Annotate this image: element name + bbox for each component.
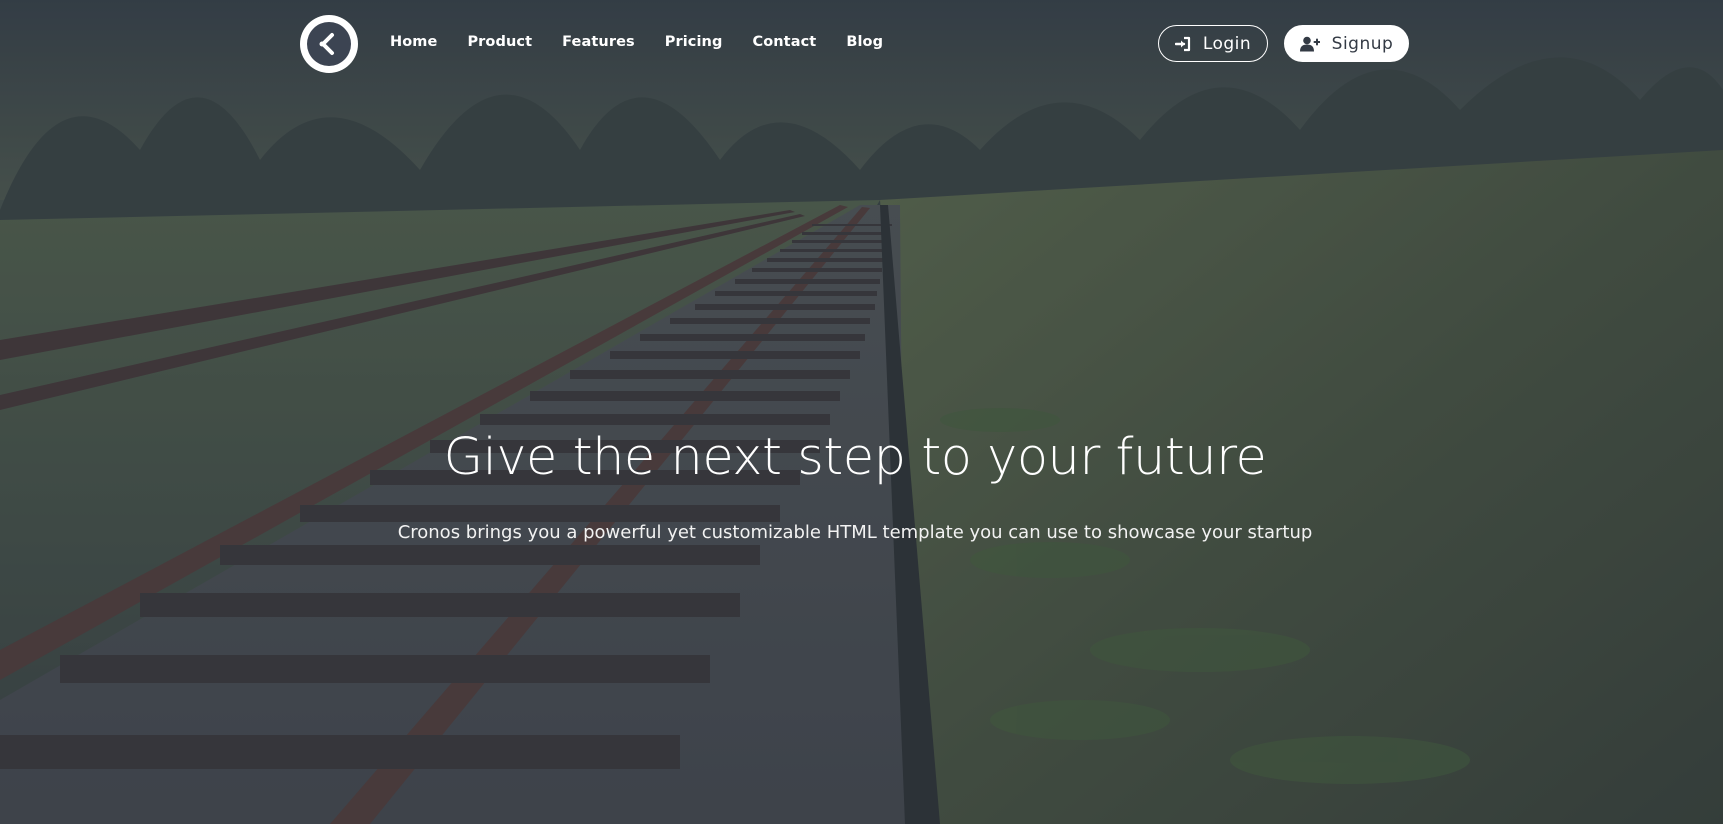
nav-link-contact[interactable]: Contact <box>752 34 816 50</box>
logo[interactable] <box>300 15 358 73</box>
nav-link-features[interactable]: Features <box>562 34 635 50</box>
nav-link-product[interactable]: Product <box>467 34 532 50</box>
hero-title: Give the next step to your future <box>443 428 1267 487</box>
login-label: Login <box>1202 33 1252 54</box>
signup-label: Signup <box>1331 33 1394 54</box>
chevron-left-icon <box>307 22 351 66</box>
navbar: Home Product Features Pricing Contact Bl… <box>0 0 1723 88</box>
login-button[interactable]: Login <box>1158 25 1268 62</box>
hero-section: Home Product Features Pricing Contact Bl… <box>0 0 1723 824</box>
nav-link-pricing[interactable]: Pricing <box>665 34 723 50</box>
nav-link-home[interactable]: Home <box>390 34 437 50</box>
user-plus-icon <box>1299 36 1320 52</box>
main-nav: Home Product Features Pricing Contact Bl… <box>390 34 913 50</box>
signup-button[interactable]: Signup <box>1284 25 1409 62</box>
hero-subtitle: Cronos brings you a powerful yet customi… <box>397 522 1313 543</box>
sign-in-icon <box>1174 36 1191 52</box>
nav-link-blog[interactable]: Blog <box>846 34 883 50</box>
hero-overlay <box>0 0 1723 824</box>
